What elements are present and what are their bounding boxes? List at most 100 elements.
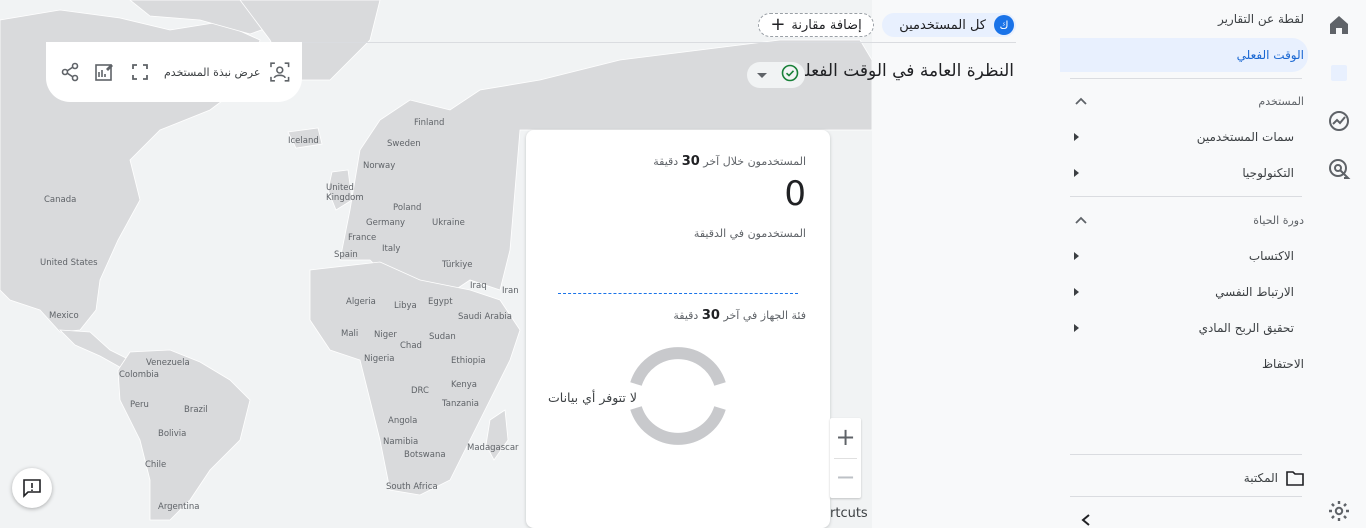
map-label-poland: Poland xyxy=(393,203,422,213)
audience-chip-all-users[interactable]: ك كل المستخدمين xyxy=(882,13,1016,37)
map-label-sweden: Sweden xyxy=(387,139,421,149)
map-label-iraq: Iraq xyxy=(470,281,487,291)
app-nav-rail xyxy=(1312,0,1366,528)
feedback-button[interactable] xyxy=(12,468,52,508)
rail-settings-button[interactable] xyxy=(1326,498,1352,524)
nav-divider xyxy=(1070,78,1302,79)
map-label-france: France xyxy=(348,233,377,243)
users-minutes-value: 30 xyxy=(681,154,700,169)
nav-library-label: المكتبة xyxy=(1243,471,1278,485)
map-label-bolivia: Bolivia xyxy=(158,429,187,439)
realtime-users-card[interactable]: المستخدمون خلال آخر 30 دقيقة 0 المستخدمو… xyxy=(526,130,830,528)
add-comparison-label: إضافة مقارنة xyxy=(791,17,862,33)
share-button[interactable] xyxy=(58,60,82,84)
map-label-norway: Norway xyxy=(363,161,396,171)
reports-icon xyxy=(1331,65,1347,81)
users-count-value: 0 xyxy=(784,174,806,214)
map-label-chile: Chile xyxy=(145,460,167,470)
map-label-chad: Chad xyxy=(400,341,422,351)
settings-icon xyxy=(1329,501,1349,521)
nav-reports-snapshot-label: لقطة عن التقارير xyxy=(1217,12,1304,26)
customize-report-button[interactable] xyxy=(92,60,116,84)
map-label-egypt: Egypt xyxy=(428,297,453,307)
nav-technology-label: التكنولوجيا xyxy=(1242,166,1294,180)
chevron-up-icon xyxy=(1075,97,1087,105)
rail-reports-button[interactable] xyxy=(1326,60,1352,86)
nav-monetization-label: تحقيق الربح المادي xyxy=(1198,321,1294,335)
nav-technology[interactable]: التكنولوجيا xyxy=(1074,158,1294,188)
plus-icon: + xyxy=(770,14,786,35)
map-label-nigeria: Nigeria xyxy=(364,354,395,364)
map-label-brazil: Brazil xyxy=(184,405,208,415)
map-label-italy: Italy xyxy=(382,244,401,254)
map-label-algeria: Algeria xyxy=(346,297,376,307)
device-prefix-text: فئة الجهاز في آخر xyxy=(723,309,806,322)
zoom-divider xyxy=(834,458,857,459)
rail-home-button[interactable] xyxy=(1326,12,1352,38)
nav-user-attributes[interactable]: سمات المستخدمين xyxy=(1074,122,1294,152)
map-label-colombia: Colombia xyxy=(119,370,159,380)
no-data-message: لا تتوفر أي بيانات xyxy=(548,390,638,405)
map-label-mexico: Mexico xyxy=(49,311,79,321)
nav-section-lifecycle-label: دورة الحياة xyxy=(1253,213,1304,227)
nav-acquisition-label: الاكتساب xyxy=(1248,249,1294,263)
map-label-ukraine: Ukraine xyxy=(432,218,465,228)
map-zoom-control: + − xyxy=(830,418,861,498)
nav-divider xyxy=(1070,454,1302,455)
zoom-in-button[interactable]: + xyxy=(830,420,861,454)
device-suffix-text: دقيقة xyxy=(673,309,699,322)
nav-section-user[interactable]: المستخدم xyxy=(1074,86,1304,116)
device-category-label: فئة الجهاز في آخر 30 دقيقة xyxy=(673,308,806,323)
nav-realtime-label: الوقت الفعلي xyxy=(1236,48,1304,62)
rail-explore-button[interactable] xyxy=(1326,108,1352,134)
feedback-icon xyxy=(23,479,41,498)
map-label-finland: Finland xyxy=(414,118,445,128)
nav-engagement[interactable]: الارتباط النفسي xyxy=(1074,277,1294,307)
map-label-canada: Canada xyxy=(44,195,77,205)
nav-monetization[interactable]: تحقيق الربح المادي xyxy=(1074,313,1294,343)
user-snapshot-label: عرض نبذة المستخدم xyxy=(164,65,261,79)
map-label-saudi: Saudi Arabia xyxy=(458,312,512,322)
map-label-libya: Libya xyxy=(394,301,417,311)
nav-library[interactable]: المكتبة xyxy=(1074,463,1304,493)
zoom-out-button[interactable]: − xyxy=(830,460,861,494)
map-label-niger: Niger xyxy=(374,330,397,340)
dropdown-arrow-icon xyxy=(757,72,767,78)
user-snapshot-button[interactable]: عرض نبذة المستخدم xyxy=(164,60,290,84)
users-last-30-min-label: المستخدمون خلال آخر 30 دقيقة xyxy=(653,154,806,169)
map-label-venezuela: Venezuela xyxy=(146,358,190,368)
users-per-minute-chart-baseline xyxy=(558,293,798,294)
advertising-icon xyxy=(1329,159,1351,179)
nav-retention[interactable]: الاحتفاظ xyxy=(1074,349,1304,379)
chevron-up-icon xyxy=(1075,216,1087,224)
map-label-uk: United Kingdom xyxy=(326,183,364,203)
folder-icon xyxy=(1286,471,1304,486)
home-icon xyxy=(1330,16,1348,34)
expand-triangle-icon xyxy=(1074,324,1079,332)
fullscreen-button[interactable] xyxy=(128,60,152,84)
chevron-left-icon xyxy=(1081,514,1090,526)
map-label-mali: Mali xyxy=(341,329,359,339)
users-suffix-text: دقيقة xyxy=(653,155,679,168)
data-quality-badge[interactable] xyxy=(747,62,805,88)
map-label-germany: Germany xyxy=(366,218,406,228)
nav-acquisition[interactable]: الاكتساب xyxy=(1074,241,1294,271)
map-label-iceland: Iceland xyxy=(288,136,319,146)
nav-user-attributes-label: سمات المستخدمين xyxy=(1196,130,1294,144)
report-toolbar: عرض نبذة المستخدم xyxy=(46,42,302,102)
nav-reports-snapshot[interactable]: لقطة عن التقارير xyxy=(1066,4,1304,34)
nav-realtime[interactable]: الوقت الفعلي xyxy=(1060,38,1308,72)
map-label-drc: DRC xyxy=(411,386,429,396)
map-label-tanzania: Tanzania xyxy=(442,399,480,409)
map-label-madagascar: Madagascar xyxy=(467,443,519,453)
collapse-nav-button[interactable] xyxy=(1080,512,1092,528)
map-label-sudan: Sudan xyxy=(429,332,456,342)
keyboard-shortcuts-link[interactable]: rtcuts xyxy=(830,506,868,521)
nav-section-user-label: المستخدم xyxy=(1258,94,1304,108)
rail-advertising-button[interactable] xyxy=(1326,156,1352,182)
nav-section-lifecycle[interactable]: دورة الحياة xyxy=(1074,205,1304,235)
add-comparison-button[interactable]: إضافة مقارنة + xyxy=(758,13,874,37)
map-label-angola: Angola xyxy=(388,416,418,426)
nav-divider xyxy=(1070,496,1302,497)
map-label-peru: Peru xyxy=(130,400,149,410)
